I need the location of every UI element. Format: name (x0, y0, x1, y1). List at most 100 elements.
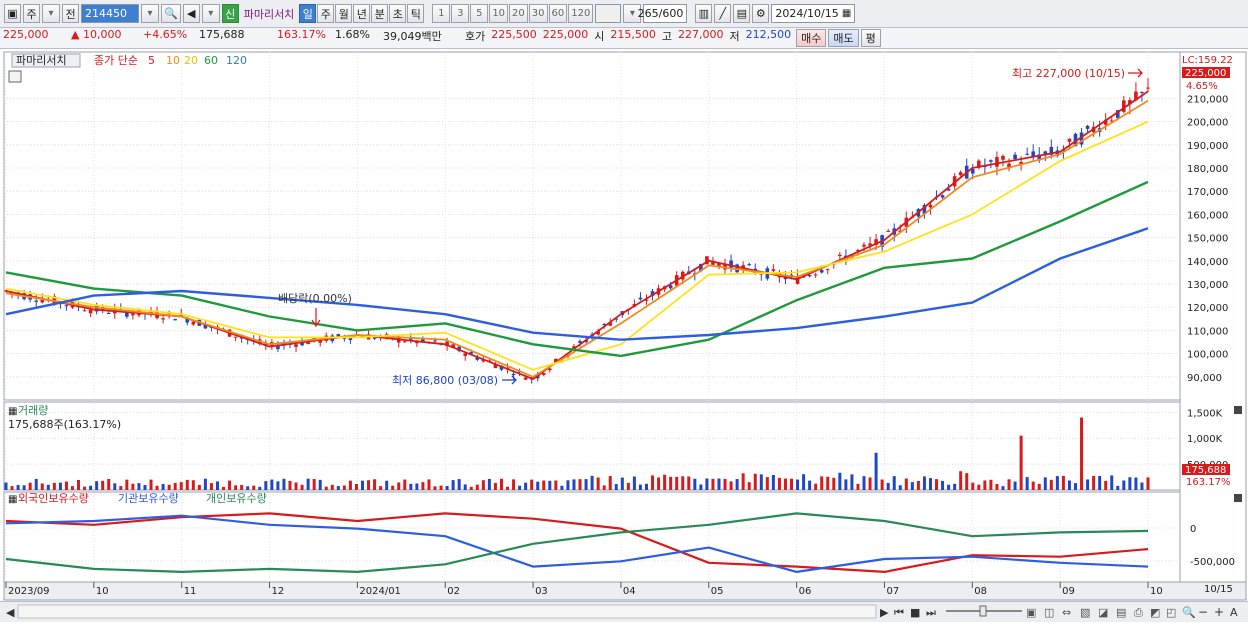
candle-icon[interactable]: ▥ (695, 4, 713, 23)
export-icon[interactable]: ◩ (1150, 606, 1160, 619)
buy-button[interactable]: 매수 (796, 29, 827, 47)
x-tick-label: 06 (799, 586, 812, 597)
font-size-icon[interactable]: A (1230, 606, 1238, 619)
zoom-search-icon[interactable]: 🔍 (1182, 605, 1196, 619)
volume-bar (1080, 417, 1084, 490)
market-select[interactable]: 주 (23, 4, 40, 23)
volume-bar (1025, 477, 1029, 490)
volume-bar (1122, 480, 1126, 490)
last-page-icon[interactable]: ⏭ (926, 606, 936, 619)
speaker-icon[interactable]: ◀ (182, 4, 200, 23)
indicator-icon[interactable]: ▧ (1080, 606, 1090, 619)
reset-icon[interactable]: ◰ (1166, 606, 1176, 619)
interval-tab[interactable]: 120 (568, 4, 594, 23)
interval-tab[interactable]: 3 (451, 4, 470, 23)
open-label: 시 (594, 29, 605, 43)
volume-bar (46, 484, 50, 490)
volume-bar (886, 482, 890, 490)
settings-gear-icon[interactable]: ⚙ (752, 4, 770, 23)
period-tab[interactable]: 년 (353, 4, 371, 23)
volume-bar (1146, 477, 1150, 490)
volume-bar (324, 486, 328, 490)
price-panel (3, 51, 1181, 401)
zoom-out-icon[interactable]: − (1198, 605, 1208, 619)
volume-bar (203, 478, 207, 490)
panel-table-icon[interactable] (8, 70, 22, 83)
interval-tab[interactable]: 1 (432, 4, 451, 23)
prev-button[interactable]: 전 (62, 4, 79, 23)
market-dropdown-icon[interactable]: ▾ (42, 4, 60, 23)
interval-tab[interactable]: 30 (528, 4, 548, 23)
stock-code-input[interactable]: 214450 (81, 4, 139, 23)
search-icon[interactable]: 🔍 (161, 4, 181, 23)
compare-icon[interactable]: ▤ (1116, 606, 1126, 619)
horizontal-scrollbar[interactable] (17, 604, 877, 619)
candle-body (1025, 153, 1029, 155)
first-page-icon[interactable]: ⏮ (894, 606, 904, 619)
volume-bar (70, 486, 74, 490)
volume-bar (995, 483, 999, 490)
volume-bar (717, 478, 721, 490)
volume-bar (814, 483, 818, 490)
volume-bar (451, 480, 455, 490)
draw-tools-icon[interactable]: ╱ (714, 4, 732, 23)
scroll-right-icon[interactable]: ▶ (880, 606, 889, 619)
volume-bar (101, 480, 105, 490)
period-tab[interactable]: 일 (299, 4, 317, 23)
count-input[interactable]: 265/600 (638, 4, 688, 23)
volume-panel-close-icon[interactable] (1234, 406, 1242, 414)
price-tick-label: 110,000 (1187, 326, 1228, 337)
volume-bar (935, 479, 939, 490)
interval-tab[interactable]: 5 (470, 4, 489, 23)
volume-bar (228, 480, 232, 490)
interval-tab[interactable]: 20 (509, 4, 528, 23)
volume-bar (439, 485, 443, 490)
overlay-icon[interactable]: ◪ (1098, 606, 1108, 619)
period-tab[interactable]: 월 (335, 4, 353, 23)
candle-body (1140, 91, 1144, 93)
scroll-left-icon[interactable]: ◀ (6, 606, 15, 619)
period-tab[interactable]: 틱 (407, 4, 425, 23)
volume-bar (367, 480, 371, 490)
candle-body (191, 321, 196, 325)
save-icon[interactable]: ▤ (733, 4, 751, 23)
volume-bar (1037, 483, 1041, 490)
date-input[interactable]: 2024/10/15 ▦ (771, 4, 856, 23)
candle-body (958, 172, 963, 176)
interval-input[interactable] (595, 4, 622, 23)
volume-bar (868, 477, 872, 490)
screen-copy-icon[interactable]: ▣ (1026, 606, 1036, 619)
period-tab[interactable]: 초 (389, 4, 407, 23)
eval-button[interactable]: 평 (860, 29, 881, 47)
volume-bar (729, 481, 733, 490)
volume-bar (548, 480, 552, 490)
price-tick-label: 130,000 (1187, 280, 1228, 291)
interval-tab[interactable]: 10 (489, 4, 509, 23)
zoom-in-icon[interactable]: + (1214, 605, 1224, 619)
holdings-panel-close-icon[interactable] (1234, 494, 1242, 502)
stock-chart[interactable]: 210,000 200,000 190,000 180,000 170,000 160,0… (0, 50, 1248, 601)
volume-tick-label: 1,000K (1187, 434, 1223, 445)
price-change-pct: +4.65% (143, 27, 188, 41)
calendar-icon[interactable]: ▦ (842, 8, 851, 19)
sell-button[interactable]: 매도 (828, 29, 859, 47)
volume-bar (191, 480, 195, 490)
code-dropdown-icon[interactable]: ▾ (141, 4, 159, 23)
zoom-slider-handle[interactable] (979, 605, 987, 617)
interval-tab[interactable]: 60 (548, 4, 568, 23)
legend-retail: 개인보유수량 (206, 492, 267, 505)
volume-bar (862, 476, 866, 490)
period-tab[interactable]: 주 (317, 4, 335, 23)
print-icon[interactable]: ⎙ (1134, 606, 1143, 619)
layout-icon[interactable]: ▣ (4, 4, 21, 23)
price-tick-label: 100,000 (1187, 350, 1228, 361)
window-icon[interactable]: ◫ (1044, 606, 1054, 619)
scale-fit-icon[interactable]: ⇔ (1062, 606, 1071, 619)
volume-bar (566, 480, 570, 490)
candle-body (886, 230, 890, 232)
stop-icon[interactable]: ■ (910, 606, 920, 619)
date-value: 2024/10/15 (775, 7, 839, 20)
speaker-dropdown-icon[interactable]: ▾ (201, 4, 220, 23)
period-tab[interactable]: 분 (371, 4, 389, 23)
count-value: 265 (637, 7, 659, 20)
